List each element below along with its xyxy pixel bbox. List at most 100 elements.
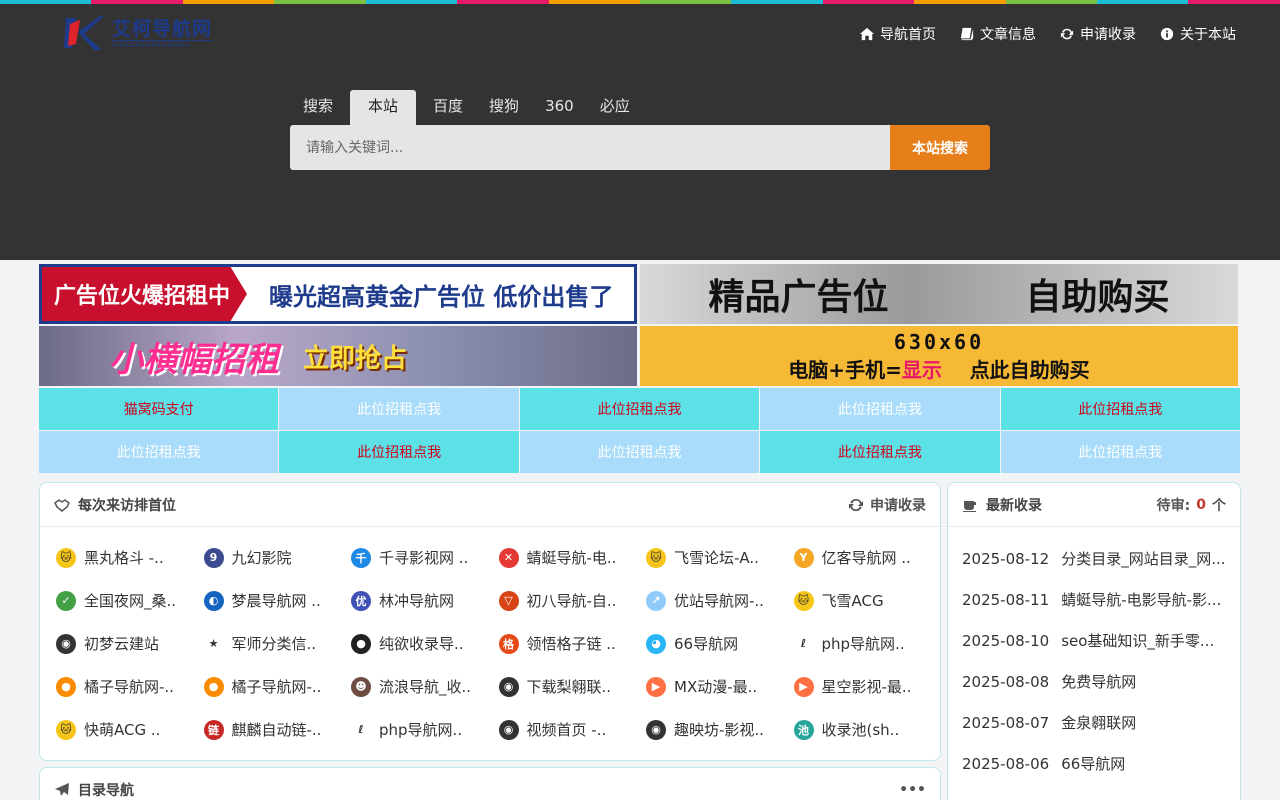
site-link[interactable]: 链麒麟自动链-.. [203, 719, 352, 740]
site-favicon-icon: 格 [498, 633, 519, 654]
banner-ad-4-display: 显示 [901, 357, 942, 382]
site-link[interactable]: 🐱 黑丸格斗 -.. [56, 547, 204, 568]
site-link[interactable]: ◉ 初梦云建站 [56, 633, 204, 654]
nav-articles-link[interactable]: 文章信息 [960, 24, 1036, 44]
site-link[interactable]: 🐱 飞雪论坛-A.. [646, 547, 794, 568]
tab-360[interactable]: 360 [532, 90, 587, 125]
recent-card: 最新收录 待审: 0 个 2025-08-12 分类目录_网站目录_网... 202… [947, 482, 1241, 800]
site-link[interactable]: ◉ 下载梨翱联.. [498, 676, 647, 697]
nav-apply-link[interactable]: 申请收录 [1060, 24, 1136, 44]
text-link[interactable]: 此位招租点我 [279, 388, 519, 430]
directory-card-header: 目录导航 ••• [40, 768, 940, 800]
site-link[interactable]: 9 九幻影院 [203, 547, 352, 568]
site-link[interactable]: 优林冲导航网 [351, 590, 499, 611]
site-favicon-icon: ◉ [56, 633, 76, 654]
site-link[interactable]: ● 纯欲收录导.. [351, 633, 499, 654]
banner-ad-4[interactable]: 630x60 电脑+手机=显示 点此自助购买 [640, 326, 1238, 386]
text-link[interactable]: 此位招租点我 [279, 431, 519, 473]
site-link[interactable]: ▶ 星空影视-最.. [793, 676, 942, 697]
banner-ad-4-size: 630x60 [893, 329, 985, 354]
recent-item[interactable]: 2025-08-06 66导航网 [962, 744, 1226, 785]
site-favicon-icon: ★ [203, 633, 224, 654]
text-link[interactable]: 此位招租点我 [1000, 431, 1240, 473]
site-link[interactable]: 🐱 快萌ACG .. [56, 719, 204, 740]
text-link[interactable]: 此位招租点我 [519, 431, 760, 473]
text-link[interactable]: 此位招租点我 [39, 431, 279, 473]
site-link[interactable]: ℓ php导航网.. [793, 633, 942, 654]
site-link[interactable]: ◕ 66导航网 [646, 633, 794, 654]
site-link-label: php导航网.. [379, 721, 463, 739]
site-link[interactable]: ◐ 梦晨导航网 .. [203, 590, 352, 611]
site-link-label: 快萌ACG .. [84, 721, 161, 739]
nav-home-link[interactable]: 导航首页 [860, 24, 936, 44]
site-link[interactable]: 池收录池(sh.. [793, 719, 942, 740]
site-favicon-icon: ☻ [351, 676, 371, 697]
nav-articles-label: 文章信息 [980, 27, 1036, 43]
recent-item[interactable]: 2025-08-10 seo基础知识_新手零... [962, 621, 1226, 662]
banner-ad-3[interactable]: 小横幅招租 立即抢占 [39, 326, 637, 386]
search-input[interactable] [290, 125, 890, 170]
text-link[interactable]: 猫窝码支付 [39, 388, 279, 430]
site-link-label: 下载梨翱联.. [526, 678, 612, 696]
site-link[interactable]: Y 亿客导航网 .. [793, 547, 942, 568]
site-link[interactable]: ▶ MX动漫-最.. [646, 676, 794, 697]
tab-sogou[interactable]: 搜狗 [476, 90, 532, 125]
coffee-icon [963, 500, 976, 512]
banner-ad-4-devices: 电脑+手机= [788, 357, 902, 382]
site-link[interactable]: ✓ 全国夜网_桑.. [56, 590, 204, 611]
site-link-label: 星空影视-最.. [821, 678, 912, 696]
stripe-segment [0, 0, 92, 4]
tab-baidu[interactable]: 百度 [420, 90, 476, 125]
site-link[interactable]: 格领悟格子链 .. [498, 633, 647, 654]
recent-item[interactable]: 2025-08-11 蜻蜓导航-电影导航-影... [962, 580, 1226, 621]
stripe-segment [914, 0, 1006, 4]
site-link[interactable]: ✕ 蜻蜓导航-电.. [498, 547, 647, 568]
site-link[interactable]: 🐱 飞雪ACG [793, 590, 942, 611]
site-favicon-icon: ℓ [793, 633, 814, 654]
banner-ad-1[interactable]: 广告位火爆招租中 曝光超高黄金广告位 低价出售了 [39, 264, 637, 324]
more-button[interactable]: ••• [899, 782, 926, 798]
site-link-label: 黑丸格斗 -.. [84, 549, 164, 567]
recent-item-name: 金泉翱联网 [1061, 714, 1137, 732]
banner-ad-3-title: 小横幅招租 [109, 339, 279, 380]
site-link[interactable]: ↗ 优站导航网-.. [646, 590, 794, 611]
site-link[interactable]: ℓ php导航网.. [351, 719, 499, 740]
site-link[interactable]: ▽ 初八导航-自.. [498, 590, 647, 611]
site-favicon-icon: ● [203, 676, 224, 697]
logo-subtitle: AIKEDAOHANGWANG [112, 39, 213, 49]
stripe-segment [182, 0, 275, 4]
text-link[interactable]: 此位招租点我 [760, 431, 1000, 473]
site-link[interactable]: ★ 军师分类信.. [203, 633, 352, 654]
recent-item[interactable]: 2025-08-12 分类目录_网站目录_网... [962, 539, 1226, 580]
site-link[interactable]: ◉ 视频首页 -.. [498, 719, 647, 740]
recent-item-date: 2025-08-11 [962, 591, 1050, 609]
site-link[interactable]: ◉ 趣映坊-影视.. [646, 719, 794, 740]
text-link[interactable]: 此位招租点我 [519, 388, 760, 430]
recent-item-date: 2025-08-08 [962, 673, 1050, 691]
text-link[interactable]: 此位招租点我 [760, 388, 1000, 430]
recent-card-title: 最新收录 [986, 497, 1042, 514]
recent-item[interactable]: 2025-08-08 免费导航网 [962, 662, 1226, 703]
site-link-label: 纯欲收录导.. [379, 635, 464, 653]
nav-about-link[interactable]: 关于本站 [1160, 24, 1236, 44]
pending-count: 待审: 0 个 [1157, 495, 1226, 515]
site-link[interactable]: 千千寻影视网 .. [351, 547, 499, 568]
text-link[interactable]: 此位招租点我 [1000, 388, 1240, 430]
tab-bing[interactable]: 必应 [587, 90, 643, 125]
apply-link[interactable]: 申请收录 [848, 495, 926, 515]
tab-site[interactable]: 本站 [350, 90, 417, 125]
banner-ad-2[interactable]: 精品广告位 自助购买 [640, 264, 1238, 324]
search-button[interactable]: 本站搜索 [890, 125, 990, 170]
recent-item[interactable]: 2025-08-07 金泉翱联网 [962, 703, 1226, 744]
site-link[interactable]: ☻ 流浪导航_收.. [351, 676, 499, 697]
stripe-segment [1005, 0, 1098, 4]
directory-card: 目录导航 ••• [39, 767, 941, 800]
rank-card-title: 每次来访排首位 [78, 497, 176, 514]
site-favicon-icon: ◕ [646, 633, 666, 654]
site-favicon-icon: 池 [793, 719, 814, 740]
nav-home-label: 导航首页 [880, 27, 936, 43]
site-logo[interactable]: 艾柯导航网 AIKEDAOHANGWANG [64, 14, 213, 52]
site-link[interactable]: ● 橘子导航网-.. [56, 676, 204, 697]
tab-search[interactable]: 搜索 [290, 90, 346, 125]
site-link[interactable]: ● 橘子导航网-.. [203, 676, 352, 697]
